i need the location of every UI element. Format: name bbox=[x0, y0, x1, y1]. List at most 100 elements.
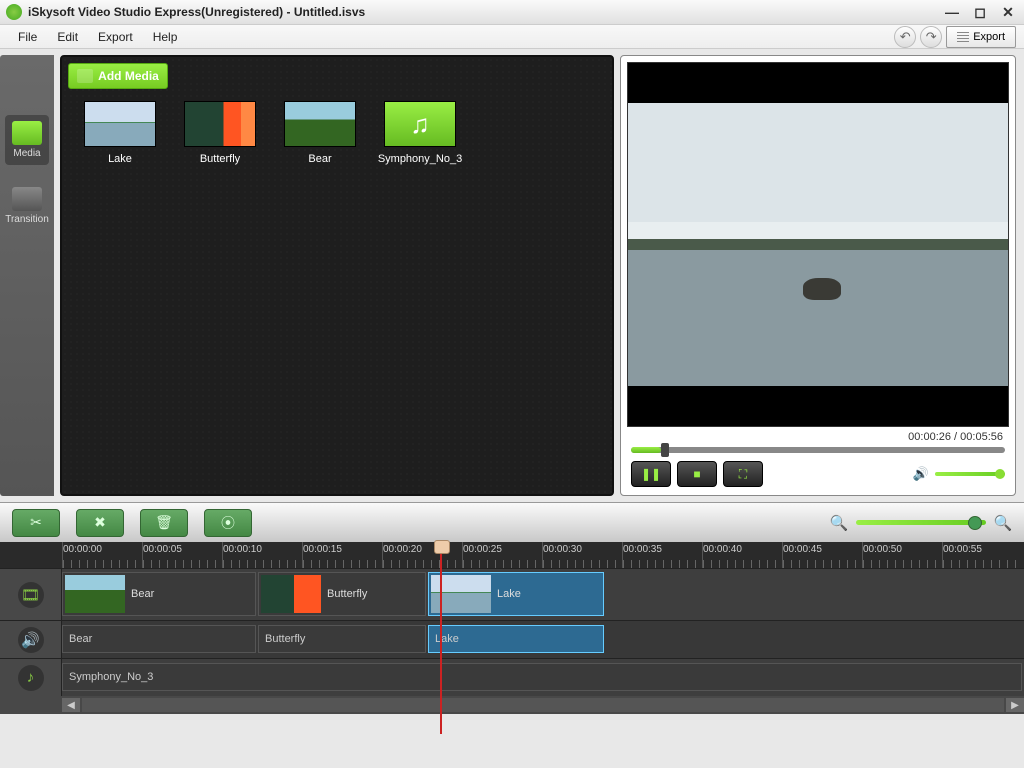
undo-button[interactable]: ↶ bbox=[894, 26, 916, 48]
music-track-body[interactable]: Symphony_No_3 bbox=[62, 659, 1024, 696]
scroll-left-button[interactable]: ◀ bbox=[62, 698, 80, 712]
scroll-right-button[interactable]: ▶ bbox=[1006, 698, 1024, 712]
audio-track-1-body[interactable]: BearButterflyLake bbox=[62, 621, 1024, 658]
close-button[interactable]: ✕ bbox=[998, 4, 1018, 20]
ruler-tick: 00:00:05 bbox=[142, 542, 222, 568]
media-label: Symphony_No_3 bbox=[378, 153, 462, 165]
media-item-lake[interactable]: Lake bbox=[84, 101, 156, 165]
tools-button[interactable]: ✖ bbox=[76, 509, 124, 537]
side-nav: Media Transition bbox=[0, 55, 54, 496]
thumbnail-butterfly bbox=[184, 101, 256, 147]
media-label: Lake bbox=[108, 153, 132, 165]
volume-slider[interactable] bbox=[935, 472, 1005, 476]
cut-button[interactable]: ✂ bbox=[12, 509, 60, 537]
ruler-tick: 00:00:45 bbox=[782, 542, 862, 568]
video-track-icon: 🎞 bbox=[18, 582, 44, 608]
app-logo-icon bbox=[6, 4, 22, 20]
thumbnail-lake bbox=[84, 101, 156, 147]
add-media-label: Add Media bbox=[98, 69, 159, 83]
ruler-tick: 00:00:30 bbox=[542, 542, 622, 568]
nav-transition-label: Transition bbox=[5, 214, 49, 225]
menu-help[interactable]: Help bbox=[143, 27, 188, 47]
pause-button[interactable]: ❚❚ bbox=[631, 461, 671, 487]
zoom-in-button[interactable]: 🔍 bbox=[994, 514, 1012, 532]
timeline-scrollbar[interactable]: ◀ ▶ bbox=[0, 696, 1024, 714]
ruler-tick: 00:00:15 bbox=[302, 542, 382, 568]
delete-button[interactable]: 🗑 bbox=[140, 509, 188, 537]
clip-label: Butterfly bbox=[327, 588, 367, 600]
audio-clip[interactable]: Lake bbox=[428, 625, 604, 653]
add-media-icon bbox=[77, 69, 93, 83]
transition-icon bbox=[12, 187, 42, 211]
folder-icon bbox=[12, 121, 42, 145]
video-track: 🎞 Bear Butterfly Lake bbox=[0, 568, 1024, 620]
media-item-bear[interactable]: Bear bbox=[284, 101, 356, 165]
clip-thumb bbox=[65, 575, 125, 613]
nav-media-label: Media bbox=[13, 148, 40, 159]
audio-clip[interactable]: Butterfly bbox=[258, 625, 426, 653]
export-label: Export bbox=[973, 31, 1005, 43]
progress-knob[interactable] bbox=[661, 443, 669, 457]
time-current: 00:00:26 bbox=[908, 431, 951, 443]
ruler-tick: 00:00:20 bbox=[382, 542, 462, 568]
redo-button[interactable]: ↷ bbox=[920, 26, 942, 48]
volume-icon[interactable]: 🔊 bbox=[913, 466, 929, 482]
music-track-icon: ♪ bbox=[18, 665, 44, 691]
music-clip[interactable]: Symphony_No_3 bbox=[62, 663, 1022, 691]
ruler-tick: 00:00:40 bbox=[702, 542, 782, 568]
title-bar: iSkysoft Video Studio Express(Unregister… bbox=[0, 0, 1024, 25]
ruler-tick: 00:00:50 bbox=[862, 542, 942, 568]
media-item-butterfly[interactable]: Butterfly bbox=[184, 101, 256, 165]
ruler-tick: 00:00:35 bbox=[622, 542, 702, 568]
fullscreen-button[interactable]: ⛶ bbox=[723, 461, 763, 487]
audio-clip[interactable]: Bear bbox=[62, 625, 256, 653]
maximize-button[interactable]: ◻ bbox=[970, 4, 990, 20]
preview-screen[interactable] bbox=[627, 62, 1009, 427]
thumbnail-audio: ♫ bbox=[384, 101, 456, 147]
stop-button[interactable]: ■ bbox=[677, 461, 717, 487]
minimize-button[interactable]: — bbox=[942, 4, 962, 20]
ruler-tick: 00:00:25 bbox=[462, 542, 542, 568]
menu-file[interactable]: File bbox=[8, 27, 47, 47]
scrollbar-track[interactable] bbox=[82, 698, 1004, 712]
add-media-button[interactable]: Add Media bbox=[68, 63, 168, 89]
clip-label: Lake bbox=[497, 588, 521, 600]
preview-panel: 00:00:26 / 00:05:56 ❚❚ ■ ⛶ 🔊 bbox=[620, 55, 1016, 496]
audio-track-1: 🔊 BearButterflyLake bbox=[0, 620, 1024, 658]
preview-time: 00:00:26 / 00:05:56 bbox=[627, 427, 1009, 445]
ruler-tick: 00:00:10 bbox=[222, 542, 302, 568]
timeline-ruler[interactable]: 00:00:0000:00:0500:00:1000:00:1500:00:20… bbox=[0, 542, 1024, 568]
menu-bar: File Edit Export Help ↶ ↷ Export bbox=[0, 25, 1024, 49]
playhead[interactable] bbox=[440, 542, 442, 734]
preview-image bbox=[628, 103, 1008, 386]
media-item-symphony[interactable]: ♫ Symphony_No_3 bbox=[384, 101, 456, 165]
media-label: Butterfly bbox=[200, 153, 240, 165]
time-total: 00:05:56 bbox=[960, 431, 1003, 443]
video-clip[interactable]: Butterfly bbox=[258, 572, 426, 616]
zoom-slider[interactable] bbox=[856, 520, 986, 525]
ruler-tick: 00:00:55 bbox=[942, 542, 1022, 568]
export-icon bbox=[957, 32, 969, 42]
audio-track-icon: 🔊 bbox=[18, 627, 44, 653]
clip-thumb bbox=[261, 575, 321, 613]
nav-media[interactable]: Media bbox=[5, 115, 49, 165]
nav-transition[interactable]: Transition bbox=[5, 181, 49, 231]
media-pane: Add Media Lake Butterfly Bear ♫ Symphony… bbox=[60, 55, 614, 496]
ruler-tick: 00:00:00 bbox=[62, 542, 142, 568]
video-clip[interactable]: Lake bbox=[428, 572, 604, 616]
menu-export[interactable]: Export bbox=[88, 27, 143, 47]
thumbnail-bear bbox=[284, 101, 356, 147]
menu-edit[interactable]: Edit bbox=[47, 27, 88, 47]
music-track: ♪ Symphony_No_3 bbox=[0, 658, 1024, 696]
video-clip[interactable]: Bear bbox=[62, 572, 256, 616]
preview-progress[interactable] bbox=[631, 447, 1005, 453]
timeline-toolbar: ✂ ✖ 🗑 ⦿ 🔍 🔍 bbox=[0, 502, 1024, 542]
window-title: iSkysoft Video Studio Express(Unregister… bbox=[28, 5, 942, 19]
progress-fill bbox=[631, 447, 661, 453]
crop-button[interactable]: ⦿ bbox=[204, 509, 252, 537]
clip-label: Bear bbox=[131, 588, 154, 600]
media-label: Bear bbox=[308, 153, 331, 165]
video-track-body[interactable]: Bear Butterfly Lake bbox=[62, 569, 1024, 620]
zoom-out-button[interactable]: 🔍 bbox=[830, 514, 848, 532]
export-button[interactable]: Export bbox=[946, 26, 1016, 48]
